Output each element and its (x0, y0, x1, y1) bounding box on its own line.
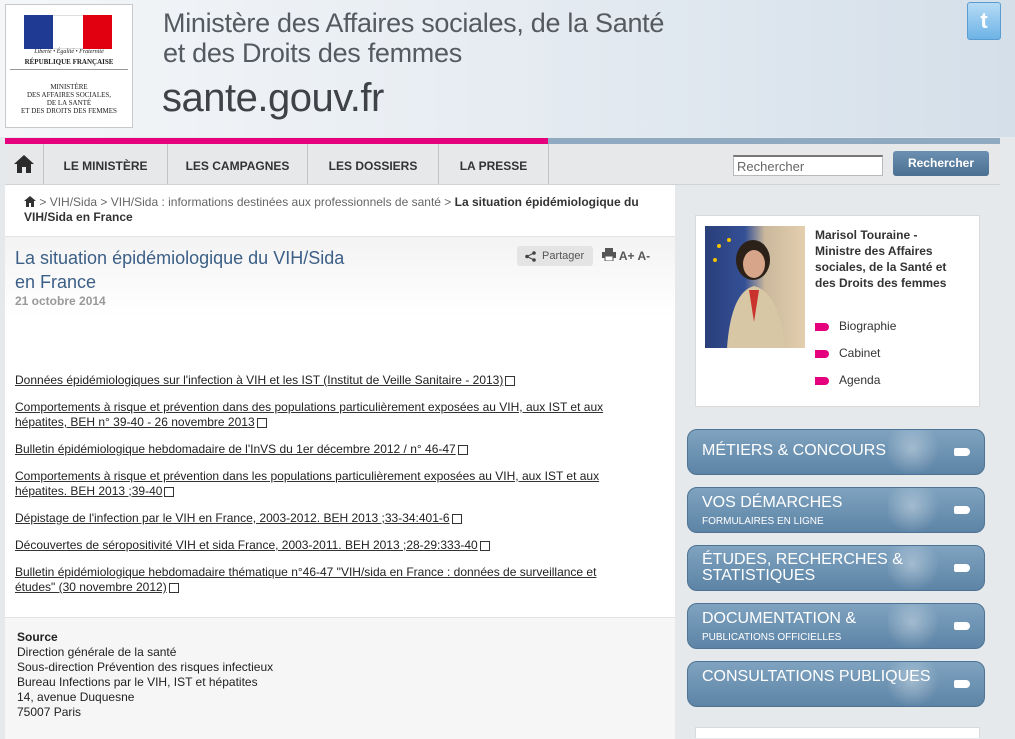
source-line: 14, avenue Duquesne (17, 690, 135, 704)
external-link-icon (457, 444, 468, 455)
document-link-text: Bulletin épidémiologique hebdomadaire th… (15, 565, 597, 594)
arrow-right-icon (954, 506, 970, 514)
search-button[interactable]: Rechercher (893, 151, 989, 176)
marianne-decor (888, 604, 948, 648)
font-increase-button[interactable]: A+ (619, 249, 635, 263)
share-icon (525, 251, 536, 262)
article-date: 21 octobre 2014 (15, 294, 106, 308)
search-input[interactable]: Rechercher (733, 155, 883, 176)
sidebar-button-title: CONSULTATIONS PUBLIQUES (702, 668, 931, 685)
share-button[interactable]: Partager (517, 246, 593, 266)
site-domain[interactable]: sante.gouv.fr (162, 76, 384, 121)
breadcrumb-sep: > (100, 195, 108, 209)
republique-francaise-logo[interactable]: Liberté • Égalité • Fraternité RÉPUBLIQU… (5, 4, 133, 128)
document-link[interactable]: Découvertes de séropositivité VIH et sid… (15, 538, 630, 553)
logo-ministry-line: MINISTÈRE (50, 83, 88, 91)
minister-link-agenda[interactable]: Agenda (815, 373, 880, 387)
breadcrumb-sep: > (39, 195, 47, 209)
sidebar-button-vos-demarches[interactable]: VOS DÉMARCHES FORMULAIRES EN LIGNE (687, 487, 985, 533)
article-tools: A+ A- (602, 248, 650, 263)
external-link-icon (479, 540, 490, 551)
sidebar-button-subtitle: FORMULAIRES EN LIGNE (702, 516, 824, 527)
source-line: Sous-direction Prévention des risques in… (17, 660, 274, 674)
home-icon[interactable] (5, 144, 44, 184)
minister-link-label: Biographie (839, 319, 897, 333)
sidebar-button-title: ÉTUDES, RECHERCHES & STATISTIQUES (702, 551, 903, 584)
logo-ministry-line: ET DES DROITS DES FEMMES (21, 107, 117, 115)
logo-motto: Liberté • Égalité • Fraternité (34, 49, 104, 55)
logo-ministry-line: DE LA SANTÉ (46, 99, 92, 107)
logo-ministry: MINISTÈRE DES AFFAIRES SOCIALES, DE LA S… (10, 83, 128, 115)
source-line: 75007 Paris (17, 705, 82, 719)
document-link[interactable]: Données épidémiologiques sur l'infection… (15, 373, 630, 388)
arrow-right-icon (954, 680, 970, 688)
site-header: Liberté • Égalité • Fraternité RÉPUBLIQU… (0, 0, 1015, 137)
minister-link-label: Cabinet (839, 346, 881, 360)
breadcrumb: > VIH/Sida > VIH/Sida : informations des… (24, 195, 644, 225)
document-link-text: Comportements à risque et prévention dan… (15, 400, 604, 429)
document-link[interactable]: Bulletin épidémiologique hebdomadaire de… (15, 442, 630, 457)
sidebar-button-consultations[interactable]: CONSULTATIONS PUBLIQUES (687, 661, 985, 707)
font-decrease-button[interactable]: A- (637, 249, 650, 263)
minister-link-biographie[interactable]: Biographie (815, 319, 896, 333)
breadcrumb-item[interactable]: VIH/Sida (50, 195, 97, 209)
twitter-icon[interactable]: t (967, 2, 1001, 40)
minister-name[interactable]: Marisol Touraine - Ministre des Affaires… (815, 227, 965, 291)
external-link-icon (164, 486, 175, 497)
source-line: Direction générale de la santé (17, 645, 177, 659)
logo-ministry-line: DES AFFAIRES SOCIALES, (26, 91, 112, 99)
document-link-text: Comportements à risque et prévention dan… (15, 469, 600, 498)
sidebar-bottom-box (695, 727, 980, 738)
minister-photo[interactable] (705, 226, 805, 348)
pink-arrow-icon (815, 349, 829, 358)
marianne-decor (888, 488, 948, 532)
source-heading: Source (17, 630, 58, 644)
external-link-icon (256, 417, 267, 428)
minister-link-cabinet[interactable]: Cabinet (815, 346, 880, 360)
source-line: Bureau Infections par le VIH, IST et hép… (17, 675, 258, 689)
document-link[interactable]: Comportements à risque et prévention dan… (15, 400, 630, 430)
document-link[interactable]: Dépistage de l'infection par le VIH en F… (15, 511, 630, 526)
breadcrumb-home-icon[interactable] (24, 196, 36, 207)
share-label: Partager (542, 250, 585, 262)
pink-arrow-icon (815, 322, 829, 331)
document-link-text: Dépistage de l'infection par le VIH en F… (15, 511, 450, 525)
nav-item-les-dossiers[interactable]: LES DOSSIERS (308, 144, 439, 184)
sidebar-button-etudes[interactable]: ÉTUDES, RECHERCHES & STATISTIQUES (687, 545, 985, 591)
logo-republic: RÉPUBLIQUE FRANÇAISE (10, 58, 128, 70)
breadcrumb-item[interactable]: VIH/Sida : informations destinées aux pr… (111, 195, 441, 209)
external-link-icon (168, 582, 179, 593)
marianne-flag-icon (24, 15, 112, 49)
site-title-line1: Ministère des Affaires sociales, de la S… (163, 8, 665, 38)
external-link-icon (505, 375, 516, 386)
page-title: La situation épidémiologique du VIH/Sida… (15, 248, 345, 292)
sidebar-button-title: MÉTIERS & CONCOURS (702, 442, 887, 459)
sidebar-button-documentation[interactable]: DOCUMENTATION & PUBLICATIONS OFFICIELLES (687, 603, 985, 649)
sidebar-button-title: VOS DÉMARCHES (702, 494, 843, 511)
arrow-right-icon (954, 564, 970, 572)
pink-arrow-icon (815, 376, 829, 385)
sidebar-button-metiers-concours[interactable]: MÉTIERS & CONCOURS (687, 429, 985, 475)
arrow-right-icon (954, 622, 970, 630)
minister-link-label: Agenda (839, 373, 881, 387)
document-link-text: Données épidémiologiques sur l'infection… (15, 373, 504, 387)
breadcrumb-sep: > (444, 195, 452, 209)
nav-item-le-ministere[interactable]: LE MINISTÈRE (44, 144, 168, 184)
document-link[interactable]: Bulletin épidémiologique hebdomadaire th… (15, 565, 630, 595)
marianne-decor (888, 430, 948, 474)
print-icon[interactable] (602, 248, 616, 262)
nav-item-les-campagnes[interactable]: LES CAMPAGNES (168, 144, 308, 184)
external-link-icon (451, 513, 462, 524)
document-link-text: Bulletin épidémiologique hebdomadaire de… (15, 442, 456, 456)
nav-item-la-presse[interactable]: LA PRESSE (439, 144, 549, 184)
sidebar-button-subtitle: PUBLICATIONS OFFICIELLES (702, 632, 842, 643)
sidebar-button-title: DOCUMENTATION & (702, 610, 857, 627)
arrow-right-icon (954, 448, 970, 456)
site-title-line2: et des Droits des femmes (163, 38, 462, 68)
document-link-text: Découvertes de séropositivité VIH et sid… (15, 538, 478, 552)
document-link[interactable]: Comportements à risque et prévention dan… (15, 469, 630, 499)
